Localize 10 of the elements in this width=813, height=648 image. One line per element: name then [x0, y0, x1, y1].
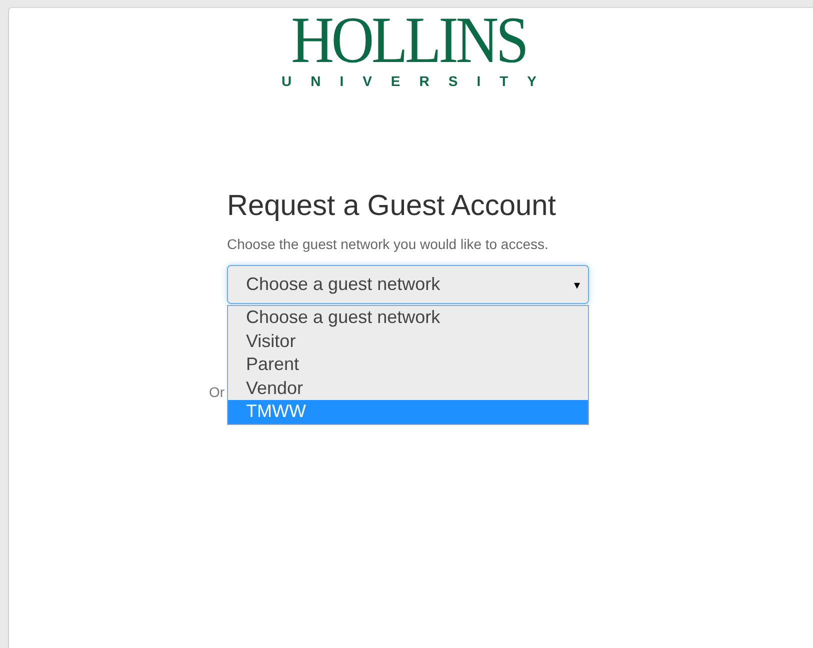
dropdown-option[interactable]: Parent — [228, 353, 588, 376]
network-select[interactable]: Choose a guest network ▾ — [227, 265, 589, 304]
or-text: Or — [209, 384, 225, 400]
dropdown-option[interactable]: Choose a guest network — [228, 306, 588, 330]
page-heading: Request a Guest Account — [227, 189, 557, 224]
dropdown-option[interactable]: Vendor — [228, 376, 588, 400]
logo-wordmark: HOLLINS — [291, 12, 527, 70]
instruction-text: Choose the guest network you would like to access. — [227, 236, 550, 252]
logo-subtitle: UNIVERSITY — [281, 73, 556, 89]
dropdown-option[interactable]: Visitor — [228, 330, 588, 353]
